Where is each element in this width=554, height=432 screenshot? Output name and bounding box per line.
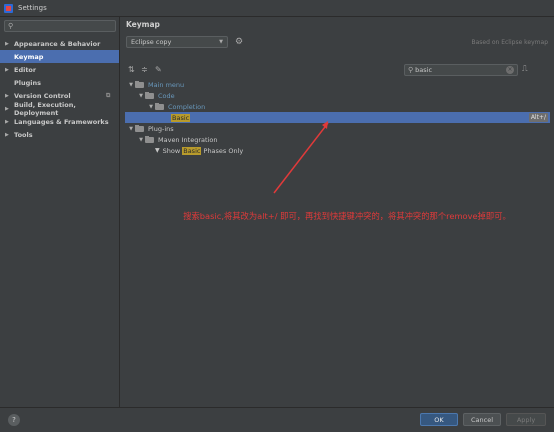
annotation-arrow	[273, 121, 329, 194]
cancel-button[interactable]: Cancel	[463, 413, 501, 426]
apply-button[interactable]: Apply	[506, 413, 546, 426]
help-button[interactable]: ?	[8, 414, 20, 426]
dialog-footer: ? OK Cancel Apply	[0, 407, 554, 432]
ok-button[interactable]: OK	[420, 413, 458, 426]
annotation-arrow-line	[273, 122, 329, 194]
